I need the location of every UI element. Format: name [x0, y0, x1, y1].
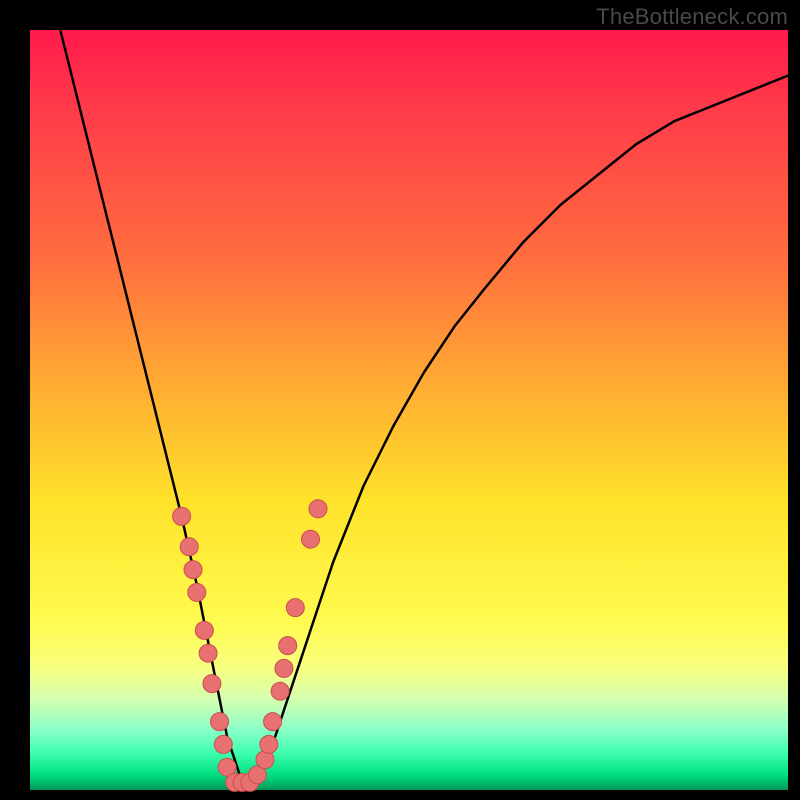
data-marker [211, 713, 229, 731]
data-marker [279, 637, 297, 655]
data-marker [302, 530, 320, 548]
data-marker [195, 621, 213, 639]
bottleneck-curve [60, 30, 788, 782]
data-marker [173, 507, 191, 525]
data-marker [184, 561, 202, 579]
data-marker [203, 675, 221, 693]
data-marker [264, 713, 282, 731]
chart-svg [0, 0, 800, 800]
data-marker [286, 599, 304, 617]
data-marker [180, 538, 198, 556]
data-marker [309, 500, 327, 518]
data-marker [275, 659, 293, 677]
watermark-text: TheBottleneck.com [596, 4, 788, 30]
data-marker [199, 644, 217, 662]
data-marker [271, 682, 289, 700]
chart-frame: TheBottleneck.com [0, 0, 800, 800]
data-marker [188, 583, 206, 601]
data-marker [260, 735, 278, 753]
data-marker [214, 735, 232, 753]
